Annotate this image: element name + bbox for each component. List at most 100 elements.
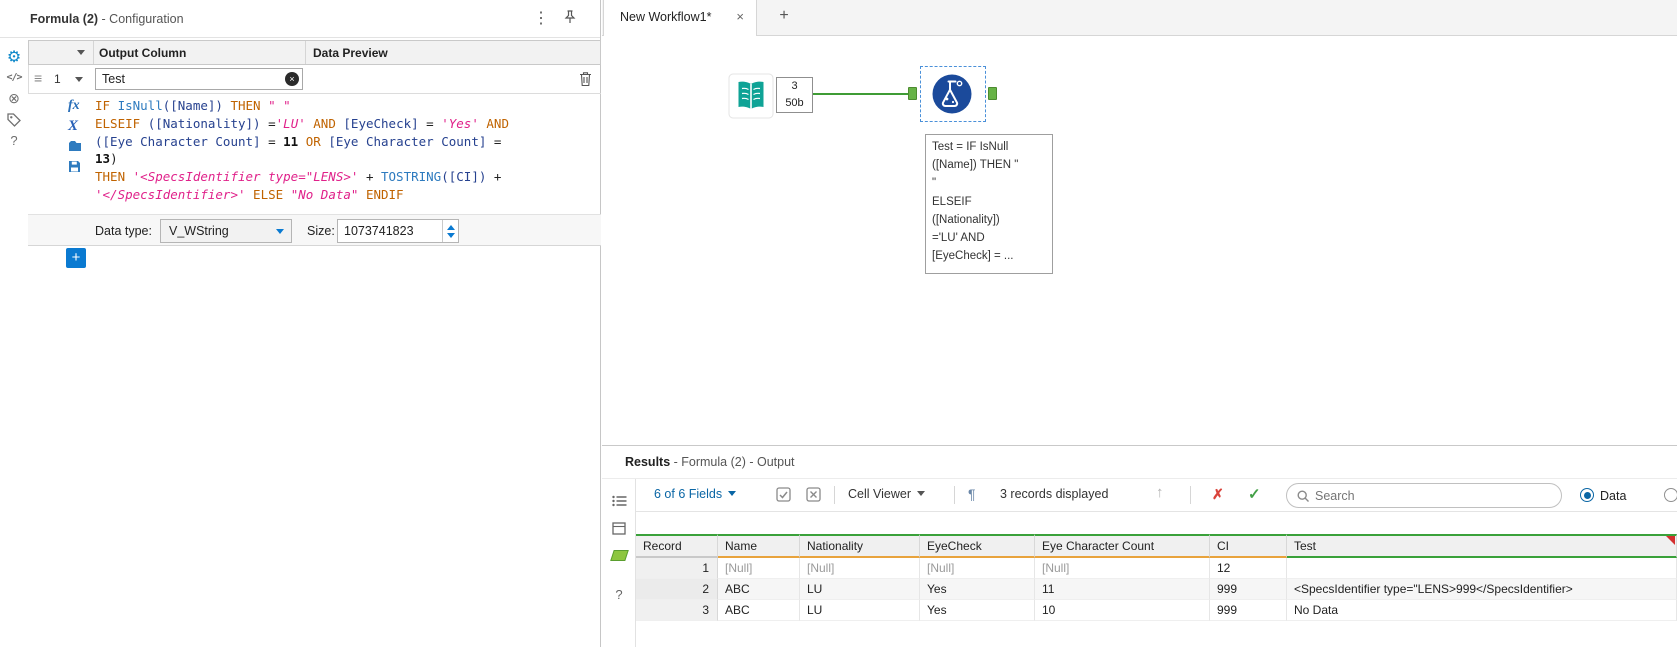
results-cell[interactable]: 1 [636,558,718,579]
column-header-nationality[interactable]: Nationality [800,534,920,558]
functions-icon[interactable]: fx [68,96,94,116]
delete-row-icon[interactable] [579,71,592,90]
results-cell[interactable] [1287,558,1677,579]
divider [305,41,306,64]
results-cell[interactable]: ABC [718,579,800,600]
results-cell[interactable]: 11 [1035,579,1210,600]
size-input[interactable] [338,220,442,242]
close-icon[interactable]: × [736,9,744,24]
metadata-radio[interactable] [1664,488,1677,502]
truncation-marker-icon [1666,536,1675,545]
search-box[interactable] [1286,483,1562,508]
data-type-label: Data type: [95,224,152,238]
list-view-icon[interactable] [602,491,636,511]
results-cell[interactable]: <SpecsIdentifier type="LENS>999</SpecsId… [1287,579,1677,600]
search-input[interactable] [1315,485,1553,506]
formula-tool[interactable] [928,70,976,121]
results-cell[interactable]: LU [800,579,920,600]
code-line[interactable]: '</SpecsIdentifier>' ELSE "No Data" ENDI… [95,186,509,204]
green-parallelogram-icon [609,549,629,561]
record-count-annotation[interactable]: 3 50b [776,77,813,113]
connection-line[interactable] [813,93,909,95]
code-line[interactable]: IF IsNull([Name]) THEN " " [95,97,509,115]
divider [954,486,955,504]
results-cell[interactable]: [Null] [718,558,800,579]
formula-output-anchor[interactable] [988,87,997,100]
results-cell[interactable]: 2 [636,579,718,600]
column-header-ci[interactable]: CI [1210,534,1287,558]
results-cell[interactable]: No Data [1287,600,1677,621]
select-all-checkbox-icon[interactable] [776,487,791,505]
workflow-canvas[interactable]: 3 50b Test = IF IsNull ([Name]) THEN " "… [602,36,1677,445]
results-cell[interactable]: LU [800,600,920,621]
results-cell[interactable]: 999 [1210,579,1287,600]
data-radio[interactable] [1580,488,1594,502]
clear-icon[interactable]: × [285,72,299,86]
search-icon [1297,490,1309,502]
step-down-icon[interactable] [446,232,455,238]
tool-annotation[interactable]: Test = IF IsNull ([Name]) THEN " " ELSEI… [925,134,1053,274]
tab-new-workflow1[interactable]: New Workflow1* × [603,0,757,36]
results-cell[interactable]: [Null] [800,558,920,579]
data-radio-label: Data [1600,489,1627,503]
results-cell[interactable]: ABC [718,600,800,621]
column-header-record[interactable]: Record [636,534,718,558]
errors-filter-icon[interactable]: ✗ [1212,486,1224,503]
deselect-all-icon[interactable] [806,487,821,505]
results-cell[interactable]: 10 [1035,600,1210,621]
column-header-test[interactable]: Test [1287,534,1677,558]
results-cell[interactable]: [Null] [1035,558,1210,579]
formula-input-anchor[interactable] [908,87,917,100]
column-header-eye-character-count[interactable]: Eye Character Count [1035,534,1210,558]
results-toolbar: 6 of 6 Fields Cell Viewer ¶ 3 records di… [636,479,1677,512]
chevron-down-icon [917,491,925,496]
chevron-down-icon[interactable] [75,77,83,82]
results-cell[interactable]: 12 [1210,558,1287,579]
panel-menu-icon[interactable]: ⋮ [532,8,550,28]
settings-gear-icon[interactable]: ⚙ [0,46,28,67]
formula-editor[interactable]: fx X IF IsNull([Name]) THEN " " ELSEIF ([… [28,94,601,216]
whitespace-toggle-icon[interactable]: ¶ [968,486,976,502]
column-header-eyecheck[interactable]: EyeCheck [920,534,1035,558]
results-cell[interactable]: 3 [636,600,718,621]
help-icon[interactable]: ? [0,130,28,151]
pin-icon[interactable] [564,10,576,27]
table-row: 3 ABC LU Yes 10 999 No Data [636,600,1677,621]
code-line[interactable]: ELSEIF ([Nationality]) ='LU' AND [EyeChe… [95,115,509,133]
chevron-down-icon [728,491,737,496]
column-header-name[interactable]: Name [718,534,800,558]
results-cell[interactable]: Yes [920,600,1035,621]
drag-handle-icon[interactable]: ≡ [34,70,42,86]
fields-dropdown[interactable]: 6 of 6 Fields [654,487,737,501]
help-icon[interactable]: ? [602,584,636,604]
success-filter-icon[interactable]: ✓ [1248,485,1261,503]
code-line[interactable]: 13) [95,150,509,168]
add-column-button[interactable]: + [66,248,86,268]
row-number: 1 [54,72,61,86]
output-column-input[interactable] [95,68,303,90]
table-view-icon[interactable] [602,518,636,538]
output-anchor-icon[interactable] [602,545,636,565]
results-cell[interactable]: Yes [920,579,1035,600]
code-line[interactable]: ([Eye Character Count] = 11 OR [Eye Char… [95,133,509,151]
columns-icon[interactable]: X [68,116,94,136]
cell-viewer-dropdown[interactable]: Cell Viewer [848,487,925,501]
code-line[interactable]: THEN '<SpecsIdentifier type="LENS>' + TO… [95,168,509,186]
data-type-select[interactable]: V_WString [160,219,292,243]
results-cell[interactable]: [Null] [920,558,1035,579]
tag-icon[interactable] [0,109,28,130]
formula-code[interactable]: IF IsNull([Name]) THEN " " ELSEIF ([Natio… [95,97,509,204]
code-view-icon[interactable]: </> [0,67,28,88]
up-arrow-icon[interactable]: ↑ [1156,484,1164,501]
size-stepper[interactable] [442,220,458,242]
cancel-icon[interactable]: ⊗ [0,88,28,109]
step-up-icon[interactable] [446,224,455,230]
new-tab-button[interactable]: + [772,7,796,29]
constants-icon[interactable] [68,136,94,156]
output-column-header: Output Column [99,46,187,60]
chevron-down-icon[interactable] [77,50,85,55]
size-label: Size: [307,224,335,238]
input-data-tool[interactable] [728,73,774,122]
results-cell[interactable]: 999 [1210,600,1287,621]
saved-expressions-icon[interactable] [68,156,94,176]
